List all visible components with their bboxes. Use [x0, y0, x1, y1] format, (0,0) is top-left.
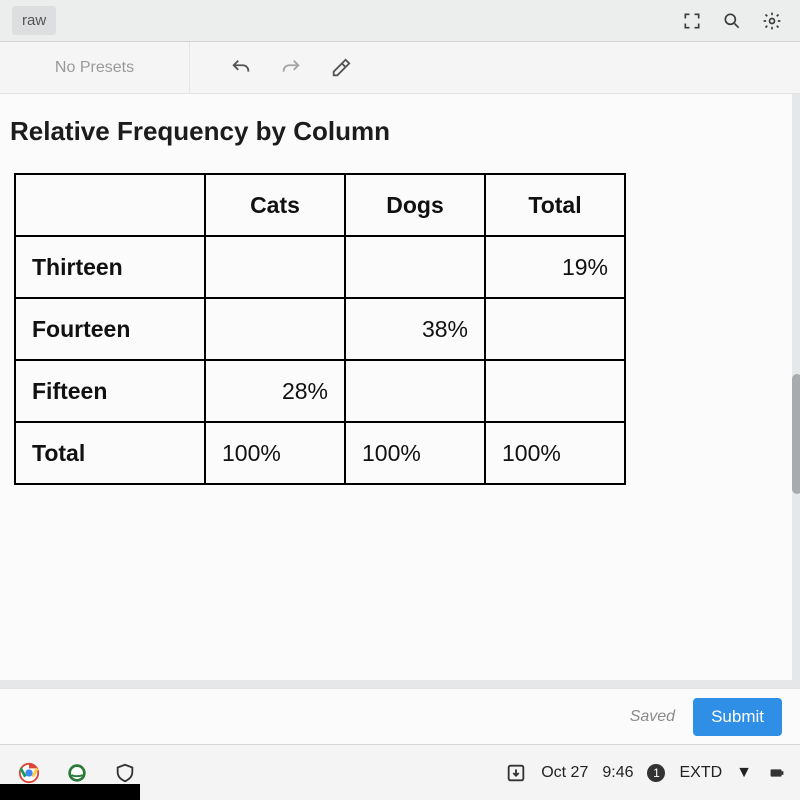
- notification-badge[interactable]: 1: [647, 764, 665, 782]
- cell-total[interactable]: [485, 360, 625, 422]
- worksheet-title: Relative Frequency by Column: [10, 116, 774, 147]
- submit-button[interactable]: Submit: [693, 698, 782, 736]
- redo-icon[interactable]: [280, 57, 302, 79]
- table-header-row: Cats Dogs Total: [15, 174, 625, 236]
- col-header-dogs: Dogs: [345, 174, 485, 236]
- gear-icon[interactable]: [756, 5, 788, 37]
- submit-bar: Saved Submit: [0, 688, 800, 744]
- app-topbar: raw: [0, 0, 800, 42]
- cell-dogs[interactable]: [345, 360, 485, 422]
- search-icon[interactable]: [716, 5, 748, 37]
- table-row: Fifteen 28%: [15, 360, 625, 422]
- tray-ext: EXTD: [679, 764, 722, 782]
- frequency-table: Cats Dogs Total Thirteen 19% Fourteen 38…: [14, 173, 626, 485]
- draw-tab[interactable]: raw: [12, 6, 56, 35]
- table-row: Total 100% 100% 100%: [15, 422, 625, 484]
- cell-total[interactable]: 19%: [485, 236, 625, 298]
- saved-status: Saved: [630, 708, 675, 726]
- worksheet-panel: Relative Frequency by Column Cats Dogs T…: [0, 94, 792, 680]
- fullscreen-icon[interactable]: [676, 5, 708, 37]
- table-row: Thirteen 19%: [15, 236, 625, 298]
- eraser-icon[interactable]: [330, 57, 352, 79]
- wifi-icon[interactable]: ▼: [736, 764, 752, 782]
- row-label: Fourteen: [15, 298, 205, 360]
- cell-total[interactable]: [485, 298, 625, 360]
- cell-cats[interactable]: 28%: [205, 360, 345, 422]
- bottom-edge: [0, 784, 140, 800]
- cell-cats[interactable]: 100%: [205, 422, 345, 484]
- content-area: Relative Frequency by Column Cats Dogs T…: [0, 94, 800, 688]
- system-tray[interactable]: Oct 27 9:46 1 EXTD ▼: [505, 762, 788, 784]
- scrollbar-thumb[interactable]: [792, 374, 800, 494]
- col-header-cats: Cats: [205, 174, 345, 236]
- cell-cats[interactable]: [205, 236, 345, 298]
- cell-cats[interactable]: [205, 298, 345, 360]
- cell-dogs[interactable]: 38%: [345, 298, 485, 360]
- tray-time: 9:46: [602, 764, 633, 782]
- edit-toolbar: No Presets: [0, 42, 800, 94]
- col-header-total: Total: [485, 174, 625, 236]
- table-corner: [15, 174, 205, 236]
- download-icon[interactable]: [505, 762, 527, 784]
- battery-icon[interactable]: [766, 762, 788, 784]
- table-row: Fourteen 38%: [15, 298, 625, 360]
- cell-dogs[interactable]: [345, 236, 485, 298]
- undo-icon[interactable]: [230, 57, 252, 79]
- cell-dogs[interactable]: 100%: [345, 422, 485, 484]
- cell-total[interactable]: 100%: [485, 422, 625, 484]
- row-label: Thirteen: [15, 236, 205, 298]
- row-label: Total: [15, 422, 205, 484]
- row-label: Fifteen: [15, 360, 205, 422]
- presets-dropdown[interactable]: No Presets: [0, 42, 190, 93]
- tray-date: Oct 27: [541, 764, 588, 782]
